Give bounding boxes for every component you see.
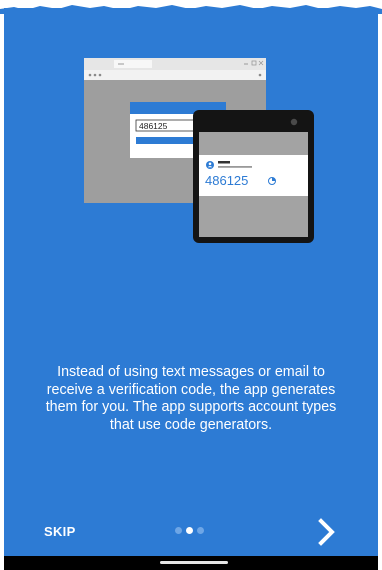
browser-titlebar <box>84 58 266 70</box>
desktop-code-text: 486125 <box>139 121 168 131</box>
page-dot-active <box>186 527 193 534</box>
skip-button[interactable]: SKIP <box>44 524 76 539</box>
next-button[interactable] <box>310 515 344 549</box>
home-handle[interactable] <box>160 561 228 564</box>
phone-camera <box>290 118 298 126</box>
page-indicator <box>175 527 204 535</box>
system-navigation-bar <box>4 556 378 570</box>
onboarding-screen: 486125 486125 Instead of using text mess… <box>4 8 378 556</box>
page-dot <box>175 527 182 534</box>
browser-toolbar <box>84 70 266 80</box>
verification-illustration: 486125 486125 <box>84 58 314 243</box>
chevron-right-icon <box>318 518 335 546</box>
phone-code-text: 486125 <box>205 173 248 188</box>
onboarding-description: Instead of using text messages or email … <box>45 364 337 433</box>
bottom-navigation: SKIP <box>4 514 378 550</box>
page-dot <box>197 527 204 534</box>
